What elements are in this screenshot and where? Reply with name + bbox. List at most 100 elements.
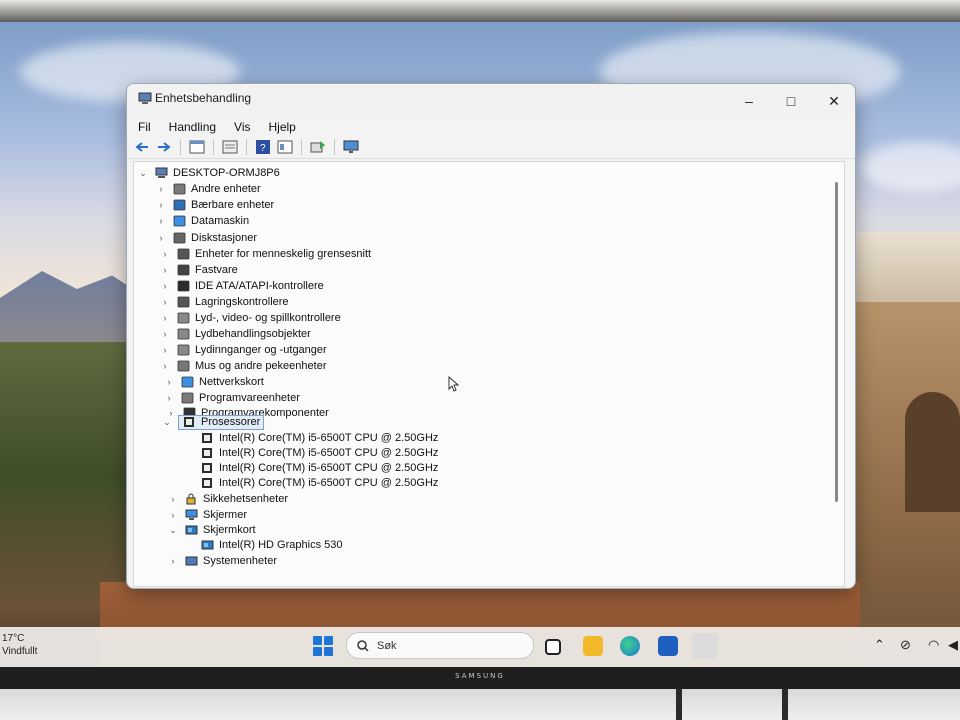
chevron-right-icon[interactable]: › [160, 345, 170, 355]
category-label: Prosessorer [201, 416, 261, 428]
tree-category[interactable]: › Diskstasjoner [156, 230, 258, 246]
weather-condition: Vindfullt [2, 646, 38, 657]
chevron-down-icon[interactable]: ⌄ [168, 525, 178, 536]
details-icon[interactable] [276, 139, 294, 155]
window-title: Enhetsbehandling [155, 91, 252, 105]
device-manager-taskbar-icon[interactable] [692, 633, 718, 659]
selected-node[interactable]: Prosessorer [178, 414, 265, 430]
taskbar-search[interactable]: Søk [346, 632, 534, 659]
tree-category-sikkerhetsenheter[interactable]: › Sikkehetsenheter [168, 491, 289, 507]
close-button[interactable]: ✕ [820, 91, 848, 111]
monitor-brand-logo: SAMSUNG [455, 672, 505, 680]
menu-view[interactable]: Vis [234, 120, 250, 134]
processor-icon [200, 462, 214, 475]
chevron-right-icon[interactable]: › [164, 393, 174, 403]
tree-device-cpu[interactable]: Intel(R) Core(TM) i5-6500T CPU @ 2.50GHz [200, 445, 438, 461]
edge-browser-icon[interactable] [620, 636, 640, 656]
device-label: Intel(R) Core(TM) i5-6500T CPU @ 2.50GHz [219, 432, 439, 444]
storage-icon [176, 296, 190, 309]
chevron-down-icon[interactable]: ⌄ [138, 168, 148, 179]
microsoft-store-icon[interactable] [658, 636, 678, 656]
wifi-icon[interactable]: ◠ [928, 637, 939, 653]
chevron-right-icon[interactable]: › [160, 265, 170, 275]
network-off-icon[interactable]: ⊘ [900, 637, 911, 653]
menu-help[interactable]: Hjelp [269, 120, 296, 134]
tree-device-gpu[interactable]: Intel(R) HD Graphics 530 [200, 537, 343, 553]
chevron-right-icon[interactable]: › [156, 233, 166, 243]
properties-icon[interactable] [188, 139, 206, 155]
device-manager-app-icon [138, 92, 152, 104]
help-icon[interactable]: ? [254, 139, 272, 155]
chevron-right-icon[interactable]: › [160, 329, 170, 339]
tree-category[interactable]: › Andre enheter [156, 181, 261, 197]
title-bar[interactable]: Enhetsbehandling – □ ✕ [127, 84, 855, 118]
forward-icon[interactable] [155, 139, 173, 155]
tree-root[interactable]: ⌄ DESKTOP-ORMJ8P6 [138, 165, 280, 181]
chevron-right-icon[interactable]: › [168, 556, 178, 566]
chevron-right-icon[interactable]: › [160, 313, 170, 323]
tree-category[interactable]: › Lyd-, video- og spillkontrollere [160, 310, 341, 326]
minimize-button[interactable]: – [735, 91, 763, 111]
vertical-scrollbar[interactable] [835, 182, 838, 502]
tree-category[interactable]: › Datamaskin [156, 213, 250, 229]
tree-category[interactable]: › Lagringskontrollere [160, 294, 289, 310]
start-button[interactable] [313, 636, 333, 656]
file-explorer-icon[interactable] [583, 636, 603, 656]
category-label: Andre enheter [191, 183, 261, 195]
chevron-up-icon[interactable]: ⌃ [874, 637, 885, 653]
search-icon [357, 639, 369, 652]
category-label: Lydinnganger og -utganger [195, 344, 327, 356]
tree-category[interactable]: › IDE ATA/ATAPI-kontrollere [160, 278, 324, 294]
toggle-view-icon[interactable] [221, 139, 239, 155]
tree-category[interactable]: › Lydbehandlingsobjekter [160, 326, 311, 342]
chevron-right-icon[interactable]: › [156, 216, 166, 226]
processor-icon [200, 447, 214, 460]
chevron-right-icon[interactable]: › [160, 249, 170, 259]
chevron-right-icon[interactable]: › [156, 200, 166, 210]
weather-widget[interactable]: 17°C Vindfullt [2, 632, 37, 658]
tree-device-cpu[interactable]: Intel(R) Core(TM) i5-6500T CPU @ 2.50GHz [200, 460, 438, 476]
windows-logo-icon [313, 636, 322, 645]
menu-file[interactable]: Fil [138, 120, 151, 134]
tree-category[interactable]: › Nettverkskort [164, 374, 264, 390]
tree-category-prosessorer[interactable]: ⌄ Prosessorer [162, 414, 265, 430]
category-label: Fastvare [195, 264, 238, 276]
display-adapter-icon [200, 539, 214, 552]
chevron-right-icon[interactable]: › [156, 184, 166, 194]
volume-icon[interactable]: ◀ [948, 637, 958, 653]
chevron-right-icon[interactable]: › [160, 297, 170, 307]
chevron-right-icon[interactable]: › [164, 377, 174, 387]
menu-action[interactable]: Handling [169, 120, 216, 134]
tree-category[interactable]: › Mus og andre pekeenheter [160, 358, 327, 374]
category-label: Skjermer [203, 509, 248, 521]
tree-category-skjermkort[interactable]: ⌄ Skjermkort [168, 522, 255, 538]
device-manager-window: Enhetsbehandling – □ ✕ Fil Handling Vis … [126, 83, 856, 589]
chevron-right-icon[interactable]: › [160, 361, 170, 371]
category-label: Sikkehetsenheter [203, 493, 288, 505]
tree-category[interactable]: › Lydinnganger og -utganger [160, 342, 327, 358]
chevron-right-icon[interactable]: › [168, 510, 178, 520]
monitor-scan-icon[interactable] [342, 139, 360, 155]
tree-category[interactable]: › Programvareenheter [164, 390, 300, 406]
back-icon[interactable] [133, 139, 151, 155]
tree-device-cpu[interactable]: Intel(R) Core(TM) i5-6500T CPU @ 2.50GHz [200, 430, 438, 446]
chevron-down-icon[interactable]: ⌄ [162, 417, 172, 428]
category-label: Lyd-, video- og spillkontrollere [195, 312, 341, 324]
toolbar-separator [301, 139, 302, 155]
update-driver-icon[interactable] [309, 139, 327, 155]
chevron-right-icon[interactable]: › [160, 281, 170, 291]
tree-category[interactable]: › Enheter for menneskelig grensesnitt [160, 246, 372, 262]
tree-category[interactable]: › Bærbare enheter [156, 197, 275, 213]
network-icon [180, 376, 194, 389]
category-label: Nettverkskort [199, 376, 264, 388]
category-label: Programvareenheter [199, 392, 300, 404]
security-icon [184, 493, 198, 506]
tree-category-systemenheter[interactable]: › Systemenheter [168, 553, 277, 569]
tree-category-skjermer[interactable]: › Skjermer [168, 507, 248, 523]
maximize-button[interactable]: □ [777, 91, 805, 111]
category-label: Systemenheter [203, 555, 277, 567]
tree-category[interactable]: › Fastvare [160, 262, 238, 278]
chevron-right-icon[interactable]: › [168, 494, 178, 504]
task-view-icon[interactable] [545, 639, 561, 655]
tree-device-cpu[interactable]: Intel(R) Core(TM) i5-6500T CPU @ 2.50GHz [200, 475, 438, 491]
